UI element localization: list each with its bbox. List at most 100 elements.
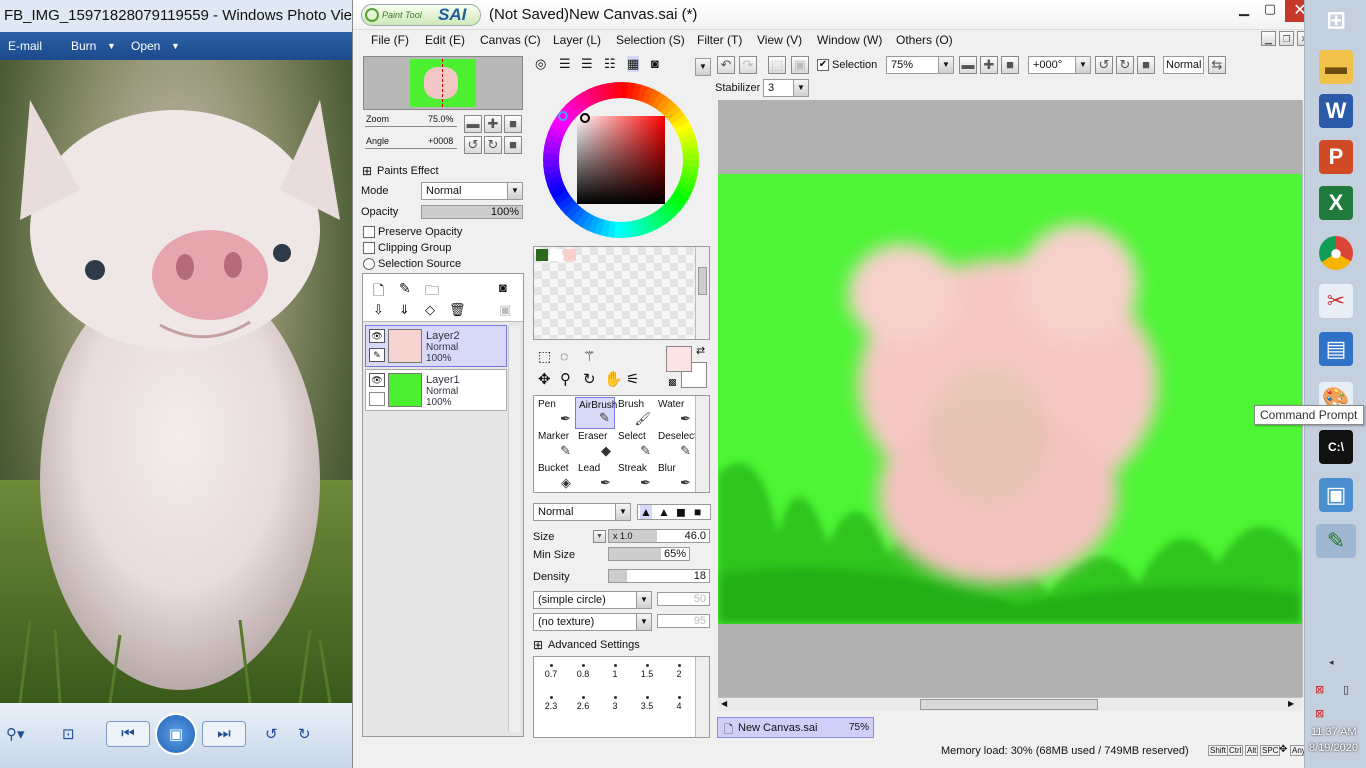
deselect-toolbar-icon[interactable]: ⬚ <box>768 56 786 74</box>
slideshow-button[interactable]: ▣ <box>155 713 197 755</box>
tool-marker[interactable]: Marker ✎ <box>535 429 575 461</box>
layer-opacity-slider[interactable]: 100% <box>421 205 523 219</box>
layer-scrollbar[interactable] <box>508 326 520 732</box>
edit-pen-icon[interactable]: ✎ <box>369 348 385 362</box>
tool-streak[interactable]: Streak ✒ <box>615 461 655 493</box>
tool-blur[interactable]: Blur ✒ <box>655 461 695 493</box>
tool-lead[interactable]: Lead ✒ <box>575 461 615 493</box>
color-swatch[interactable] <box>564 249 576 261</box>
brush-shape-select[interactable]: (simple circle) ▼ <box>533 591 652 609</box>
canvas-hscrollbar[interactable]: ◀ ▶ <box>718 697 1302 711</box>
tool-brush[interactable]: Brush 🖌 <box>615 397 655 429</box>
zoom-reset-icon[interactable]: ■ <box>504 115 522 133</box>
brush-shape-round-icon[interactable]: ◼ <box>676 505 686 519</box>
brush-shape-flat-icon[interactable]: ■ <box>694 505 701 519</box>
brush-size-preset[interactable]: 4 <box>663 690 695 722</box>
transfer-down-icon[interactable]: ⇩ <box>373 302 384 318</box>
burn-menu[interactable]: Burn <box>71 39 96 53</box>
layer-row[interactable]: 👁 Layer1 Normal 100% <box>365 369 507 411</box>
tool-scrollbar[interactable] <box>695 396 709 492</box>
min-size-slider[interactable]: 65% <box>608 547 690 561</box>
scroll-right-icon[interactable]: ▶ <box>1288 699 1294 708</box>
stabilizer-select[interactable]: 3 ▼ <box>763 79 809 97</box>
swatch-scroll-thumb[interactable] <box>698 267 707 295</box>
mdi-minimize-icon[interactable]: ▁ <box>1261 31 1276 46</box>
zoom-slider[interactable] <box>365 126 457 127</box>
brush-size-preset[interactable]: 2.6 <box>567 690 599 722</box>
brush-shape-sharp-icon[interactable]: ▲ <box>640 505 652 519</box>
toolbar-zoom-out-icon[interactable]: ▬ <box>959 56 977 74</box>
size-multiplier-chevron-icon[interactable]: ▼ <box>593 530 606 543</box>
angle-select[interactable]: +000° ▼ <box>1028 56 1091 74</box>
show-hidden-icons-icon[interactable]: ◂ <box>1329 657 1334 668</box>
advanced-settings-icon[interactable]: ⊞ <box>533 638 543 652</box>
paints-effect-label[interactable]: Paints Effect <box>377 165 439 177</box>
scroll-left-icon[interactable]: ◀ <box>721 699 727 708</box>
toolbar-rotate-reset-icon[interactable]: ■ <box>1137 56 1155 74</box>
zoom-icon[interactable]: ⚲▾ <box>6 725 25 743</box>
scratchpad-tab-icon[interactable]: ◙ <box>651 56 659 71</box>
edit-pen-empty-icon[interactable] <box>369 392 385 406</box>
snipping-tool-icon[interactable]: ✂ <box>1319 284 1353 318</box>
tool-bucket[interactable]: Bucket ◈ <box>535 461 575 493</box>
email-menu[interactable]: E-mail <box>8 39 42 53</box>
apply-mask-icon[interactable]: ▣ <box>499 302 511 318</box>
clear-layer-icon[interactable]: ◇ <box>425 302 435 318</box>
rotate-right-icon[interactable]: ↻ <box>298 725 311 743</box>
visibility-eye-icon[interactable]: 👁 <box>369 329 385 343</box>
rect-select-icon[interactable]: ⬚ <box>538 348 551 365</box>
painttool-sai-icon[interactable]: ✎ <box>1316 524 1356 558</box>
canvas-tab[interactable]: 🗋 New Canvas.sai 75% <box>717 717 874 738</box>
swap-colors-icon[interactable]: ⇄ <box>696 344 705 357</box>
menu-others[interactable]: Others (O) <box>896 33 953 47</box>
brush-texture-select[interactable]: (no texture) ▼ <box>533 613 652 631</box>
open-chevron-icon[interactable]: ▼ <box>171 41 180 51</box>
color-wheel[interactable] <box>539 78 703 242</box>
clock-date[interactable]: 8/19/2020 <box>1309 742 1358 754</box>
brush-size-preset[interactable]: 1 <box>599 658 631 690</box>
powerpoint-icon[interactable]: P <box>1319 140 1353 174</box>
color-wheel-tab-icon[interactable]: ◎ <box>535 56 546 72</box>
next-button[interactable]: ⏭ <box>202 721 246 747</box>
selection-source-radio[interactable] <box>363 258 375 270</box>
burn-chevron-icon[interactable]: ▼ <box>107 41 116 51</box>
file-explorer-icon[interactable]: ▬ <box>1319 50 1353 84</box>
tool-eraser[interactable]: Eraser ◆ <box>575 429 615 461</box>
primary-color-box[interactable] <box>666 346 692 372</box>
excel-icon[interactable]: X <box>1319 186 1353 220</box>
hsv-slider-tab-icon[interactable]: ☰ <box>581 56 593 72</box>
invert-selection-icon[interactable]: ▣ <box>791 56 809 74</box>
minimize-icon[interactable]: ▁ <box>1231 0 1257 20</box>
brush-size-preset[interactable]: 3.5 <box>631 690 663 722</box>
advanced-settings-label[interactable]: Advanced Settings <box>548 639 640 651</box>
zoom-out-icon[interactable]: ▬ <box>464 115 482 133</box>
menu-filter[interactable]: Filter (T) <box>697 33 742 47</box>
menu-edit[interactable]: Edit (E) <box>425 33 465 47</box>
canvas-hscroll-thumb[interactable] <box>920 699 1098 710</box>
chrome-icon[interactable]: ● <box>1319 236 1353 270</box>
new-layer-icon[interactable]: 🗋 <box>373 280 384 304</box>
zoom-in-icon[interactable]: ✚ <box>484 115 502 133</box>
photo-viewer-icon[interactable]: ▣ <box>1319 478 1353 512</box>
tool-select[interactable]: Select ✎ <box>615 429 655 461</box>
new-linework-layer-icon[interactable]: ✎ <box>399 280 411 297</box>
toolbar-zoom-in-icon[interactable]: ✚ <box>980 56 998 74</box>
lasso-icon[interactable]: ◌ <box>560 348 568 364</box>
swatch-panel[interactable] <box>533 246 710 340</box>
start-windows-icon[interactable]: ⊞ <box>1319 4 1353 38</box>
maximize-icon[interactable]: ▢ <box>1257 0 1283 20</box>
tool-water[interactable]: Water ✒ <box>655 397 695 429</box>
clipping-group-checkbox[interactable] <box>363 242 375 254</box>
network-status-icon[interactable]: ⊠ <box>1315 683 1324 696</box>
volume-status-icon[interactable]: ⊠ <box>1315 707 1324 720</box>
canvas-paper[interactable] <box>718 174 1302 624</box>
brush-blend-select[interactable]: Normal ▼ <box>533 503 631 521</box>
brush-shape-picker[interactable]: ▲ ▲ ◼ ■ <box>637 504 711 520</box>
command-prompt-icon[interactable]: C:\ <box>1319 430 1353 464</box>
open-menu[interactable]: Open <box>131 39 160 53</box>
rotate-left-icon[interactable]: ↺ <box>265 725 278 743</box>
mdi-restore-icon[interactable]: ❐ <box>1279 31 1294 46</box>
rgb-slider-tab-icon[interactable]: ☰ <box>559 56 571 72</box>
preserve-opacity-checkbox[interactable] <box>363 226 375 238</box>
toolbar-rotate-right-icon[interactable]: ↻ <box>1116 56 1134 74</box>
